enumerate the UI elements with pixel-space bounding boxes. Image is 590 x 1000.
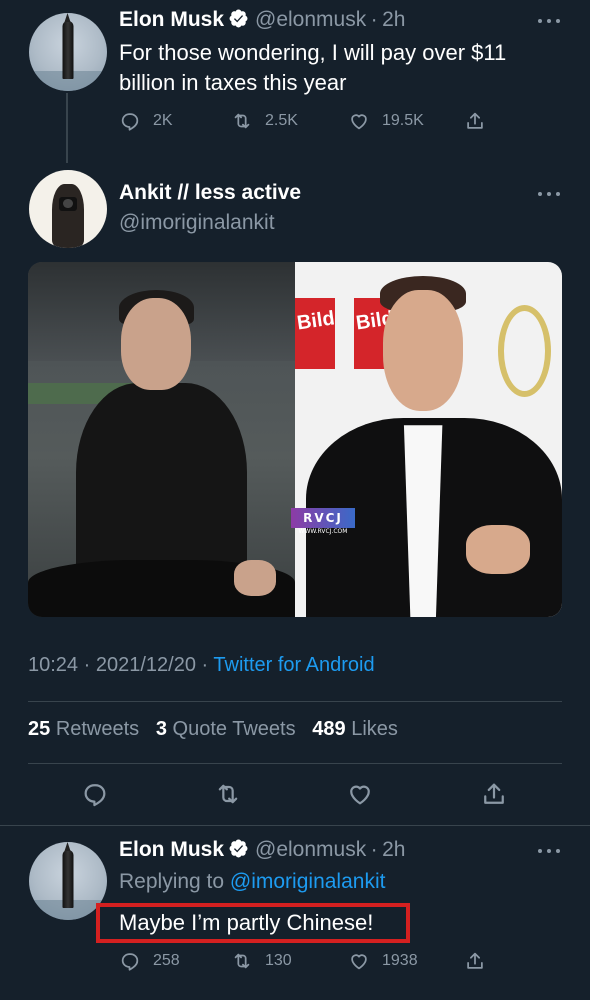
share-button[interactable] — [480, 780, 508, 808]
retweet-button[interactable]: 130 — [231, 950, 292, 972]
retweet-count: 130 — [265, 952, 292, 969]
tweet-source-link[interactable]: Twitter for Android — [213, 654, 374, 676]
avatar-imoriginalankit[interactable] — [29, 170, 107, 248]
tweet-header: Elon Musk @elonmusk · 2h — [119, 8, 405, 32]
watermark-logo: RVCJ — [291, 508, 355, 528]
reply-button[interactable]: 258 — [119, 950, 180, 972]
likes-stat[interactable]: 489 Likes — [312, 718, 398, 740]
author-name[interactable]: Ankit // less active — [119, 181, 301, 205]
tweet-time[interactable]: 2h — [382, 838, 405, 861]
media-photo-left — [28, 262, 295, 617]
dot-separator: · — [370, 838, 378, 861]
reply-button[interactable]: 2K — [119, 110, 173, 132]
share-button[interactable] — [464, 110, 486, 132]
author-name[interactable]: Elon Musk — [119, 838, 224, 861]
divider — [28, 763, 562, 764]
share-button[interactable] — [464, 950, 486, 972]
tweet-text-line-2: billion in taxes this year — [119, 70, 347, 95]
media-photo-right: Bild Bild — [295, 262, 562, 617]
like-button[interactable] — [346, 780, 374, 808]
like-button[interactable]: 1938 — [348, 950, 418, 972]
like-count: 19.5K — [382, 112, 424, 129]
more-icon[interactable] — [538, 847, 562, 855]
retweet-icon — [218, 784, 238, 804]
verified-badge-icon — [229, 9, 248, 28]
tweet-media-image[interactable]: Bild Bild RVCJ WWW.RVCJ.COM — [28, 262, 562, 617]
more-icon[interactable] — [538, 190, 562, 198]
divider — [0, 825, 590, 826]
retweet-button[interactable]: 2.5K — [231, 110, 298, 132]
share-icon — [467, 112, 483, 129]
share-icon — [484, 783, 504, 804]
replying-to-label: Replying to — [119, 870, 225, 893]
like-count: 1938 — [382, 952, 418, 969]
divider — [28, 701, 562, 702]
dot-separator: · — [83, 654, 91, 676]
retweet-button[interactable] — [214, 780, 242, 808]
reply-count: 2K — [153, 112, 173, 129]
dot-separator: · — [370, 8, 378, 31]
like-icon — [351, 114, 367, 130]
author-handle[interactable]: @elonmusk — [255, 8, 366, 31]
like-icon — [351, 954, 367, 970]
replying-to-handle[interactable]: @imoriginalankit — [230, 870, 386, 893]
like-icon — [350, 785, 370, 805]
reply-count: 258 — [153, 952, 180, 969]
watermark-url: WWW.RVCJ.COM — [298, 528, 348, 535]
author-name[interactable]: Elon Musk — [119, 8, 224, 31]
tweet-text-line-1: For those wondering, I will pay over $11 — [119, 40, 507, 65]
reply-button[interactable] — [81, 780, 109, 808]
highlight-box — [96, 903, 410, 943]
tweet-text: For those wondering, I will pay over $11… — [119, 38, 506, 98]
tweet-stats: 25 Retweets 3 Quote Tweets 489 Likes — [28, 718, 398, 741]
reply-icon — [121, 953, 139, 971]
retweet-count: 2.5K — [265, 112, 298, 129]
share-icon — [467, 952, 483, 969]
tweet-time[interactable]: 2h — [382, 8, 405, 31]
tweet-date[interactable]: 2021/12/20 — [96, 654, 196, 676]
retweets-stat[interactable]: 25 Retweets — [28, 718, 139, 740]
author-handle[interactable]: @elonmusk — [255, 838, 366, 861]
bild-logo: Bild — [295, 297, 336, 369]
retweet-icon — [234, 113, 250, 129]
thread-line — [66, 93, 68, 163]
quote-tweets-stat[interactable]: 3 Quote Tweets — [156, 718, 296, 740]
author-handle[interactable]: @imoriginalankit — [119, 211, 275, 235]
tweet-header: Elon Musk @elonmusk · 2h — [119, 838, 405, 862]
like-button[interactable]: 19.5K — [348, 110, 424, 132]
reply-icon — [121, 113, 139, 131]
reply-icon — [84, 784, 106, 807]
replying-to: Replying to @imoriginalankit — [119, 870, 385, 894]
tweet-meta: 10:24 · 2021/12/20 · Twitter for Android — [28, 654, 375, 677]
tweet-timestamp[interactable]: 10:24 — [28, 654, 78, 676]
retweet-icon — [234, 953, 250, 969]
dot-separator: · — [201, 654, 209, 676]
more-icon[interactable] — [538, 17, 562, 25]
avatar-elonmusk[interactable] — [29, 13, 107, 91]
verified-badge-icon — [229, 839, 248, 858]
